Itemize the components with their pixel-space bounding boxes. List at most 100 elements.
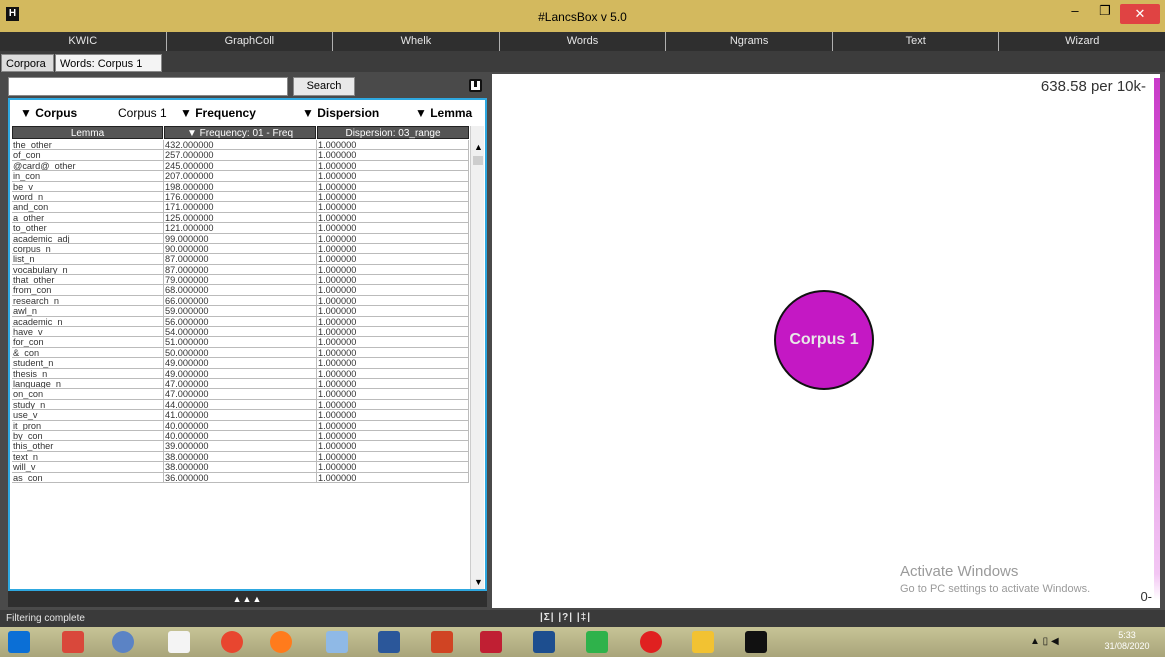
search-button[interactable]: Search bbox=[293, 77, 355, 96]
column-header-lemma[interactable]: Lemma bbox=[12, 126, 163, 139]
frequency-cell: 87.000000 bbox=[164, 254, 317, 264]
subtab-corpora[interactable]: Corpora bbox=[1, 54, 54, 72]
table-row[interactable]: for_con 51.000000 1.000000 bbox=[12, 337, 469, 348]
cald-icon[interactable] bbox=[533, 631, 555, 653]
lemma-filter[interactable]: ▼ Lemma bbox=[415, 106, 472, 120]
dispersion-cell: 1.000000 bbox=[317, 306, 469, 316]
table-row[interactable]: corpus_n 90.000000 1.000000 bbox=[12, 243, 469, 255]
tool-tabs: KWIC GraphColl Whelk Words Ngrams Text W… bbox=[0, 32, 1165, 51]
table-row[interactable]: use_v 41.000000 1.000000 bbox=[12, 410, 469, 421]
close-button[interactable]: ✕ bbox=[1120, 4, 1160, 24]
app-icon-4[interactable] bbox=[480, 631, 502, 653]
powerpoint-icon[interactable] bbox=[431, 631, 453, 653]
lemma-cell: word_n bbox=[12, 191, 164, 202]
table-row[interactable]: by_con 40.000000 1.000000 bbox=[12, 430, 469, 442]
table-row[interactable]: from_con 68.000000 1.000000 bbox=[12, 285, 469, 296]
dispersion-cell: 1.000000 bbox=[317, 150, 469, 160]
tab-kwic[interactable]: KWIC bbox=[0, 32, 167, 51]
table-row[interactable]: as_con 36.000000 1.000000 bbox=[12, 472, 469, 483]
corpus-filter[interactable]: ▼ Corpus bbox=[20, 106, 77, 120]
table-row[interactable]: to_other 121.000000 1.000000 bbox=[12, 223, 469, 234]
table-row[interactable]: &_con 50.000000 1.000000 bbox=[12, 347, 469, 359]
lemma-cell: text_n bbox=[12, 451, 164, 462]
lemma-cell: will_v bbox=[12, 462, 164, 472]
frequency-filter[interactable]: ▼ Frequency bbox=[180, 106, 256, 120]
table-row[interactable]: of_con 257.000000 1.000000 bbox=[12, 150, 469, 161]
table-row[interactable]: student_n 49.000000 1.000000 bbox=[12, 358, 469, 369]
frequency-cell: 41.000000 bbox=[164, 410, 317, 420]
lemma-cell: list_n bbox=[12, 254, 164, 264]
export-icon[interactable] bbox=[469, 79, 482, 92]
lemma-cell: a_other bbox=[12, 212, 164, 223]
column-header-frequency[interactable]: ▼ Frequency: 01 - Freq bbox=[164, 126, 316, 139]
frequency-cell: 54.000000 bbox=[164, 327, 317, 337]
clock[interactable]: 5:33 31/08/2020 bbox=[1097, 630, 1157, 652]
filter-bar: ▼ Corpus Corpus 1 ▼ Frequency ▼ Dispersi… bbox=[10, 100, 485, 125]
explorer-icon[interactable] bbox=[326, 631, 348, 653]
app-icon-3[interactable] bbox=[221, 631, 243, 653]
table-row[interactable]: the_other 432.000000 1.000000 bbox=[12, 140, 469, 151]
app-icon-6[interactable] bbox=[692, 631, 714, 653]
lemma-cell: use_v bbox=[12, 410, 164, 420]
tab-text[interactable]: Text bbox=[833, 32, 1000, 51]
table-row[interactable]: have_v 54.000000 1.000000 bbox=[12, 327, 469, 338]
system-tray[interactable]: ▲ ▯ ◀ bbox=[1030, 636, 1059, 647]
table-row[interactable]: will_v 38.000000 1.000000 bbox=[12, 462, 469, 473]
table-row[interactable]: language_n 47.000000 1.000000 bbox=[12, 378, 469, 390]
table-row[interactable]: list_n 87.000000 1.000000 bbox=[12, 254, 469, 265]
frequency-cell: 40.000000 bbox=[164, 420, 317, 430]
start-icon[interactable] bbox=[8, 631, 30, 653]
table-row[interactable]: on_con 47.000000 1.000000 bbox=[12, 389, 469, 400]
frequency-cell: 207.000000 bbox=[164, 171, 317, 181]
table-row[interactable]: study_n 44.000000 1.000000 bbox=[12, 399, 469, 411]
search-input[interactable] bbox=[8, 77, 288, 96]
lancsbox-icon[interactable] bbox=[745, 631, 767, 653]
app-icon-1[interactable] bbox=[62, 631, 84, 653]
table-row[interactable]: in_con 207.000000 1.000000 bbox=[12, 171, 469, 182]
dispersion-cell: 1.000000 bbox=[317, 295, 469, 306]
table-row[interactable]: text_n 38.000000 1.000000 bbox=[12, 451, 469, 463]
maximize-button[interactable]: ❐ bbox=[1090, 0, 1120, 22]
lemma-cell: @card@_other bbox=[12, 160, 164, 171]
table-row[interactable]: be_v 198.000000 1.000000 bbox=[12, 181, 469, 192]
table-row[interactable]: @card@_other 245.000000 1.000000 bbox=[12, 160, 469, 172]
table-scrollbar[interactable]: ▲ ▼ bbox=[470, 126, 484, 589]
status-stats[interactable]: |Σ| |?| |‡| bbox=[540, 612, 591, 623]
lemma-cell: academic_n bbox=[12, 316, 164, 327]
scale-max-label: 638.58 per 10k- bbox=[1040, 78, 1146, 95]
table-row[interactable]: this_other 39.000000 1.000000 bbox=[12, 441, 469, 452]
table-row[interactable]: it_pron 40.000000 1.000000 bbox=[12, 420, 469, 431]
table-row[interactable]: word_n 176.000000 1.000000 bbox=[12, 191, 469, 203]
word-icon[interactable] bbox=[378, 631, 400, 653]
scroll-up-icon[interactable]: ▲ bbox=[474, 142, 483, 152]
minimize-button[interactable]: – bbox=[1060, 0, 1090, 22]
scroll-thumb[interactable] bbox=[473, 156, 483, 165]
table-row[interactable]: academic_n 56.000000 1.000000 bbox=[12, 316, 469, 328]
app-icon-2[interactable] bbox=[112, 631, 134, 653]
table-row[interactable]: and_con 171.000000 1.000000 bbox=[12, 202, 469, 213]
table-row[interactable]: that_other 79.000000 1.000000 bbox=[12, 275, 469, 286]
table-row[interactable]: thesis_n 49.000000 1.000000 bbox=[12, 368, 469, 379]
table-row[interactable]: a_other 125.000000 1.000000 bbox=[12, 212, 469, 224]
subtab-words-corpus-1[interactable]: Words: Corpus 1 ✕ bbox=[55, 54, 162, 88]
file-icon[interactable] bbox=[168, 631, 190, 653]
table-row[interactable]: awl_n 59.000000 1.000000 bbox=[12, 306, 469, 317]
tab-ngrams[interactable]: Ngrams bbox=[666, 32, 833, 51]
dispersion-filter[interactable]: ▼ Dispersion bbox=[302, 106, 379, 120]
table-row[interactable]: research_n 66.000000 1.000000 bbox=[12, 295, 469, 307]
collapse-bar[interactable]: ▲▲▲ bbox=[8, 591, 487, 607]
table-row[interactable]: academic_adj 99.000000 1.000000 bbox=[12, 233, 469, 244]
opera-icon[interactable] bbox=[640, 631, 662, 653]
column-header-dispersion[interactable]: Dispersion: 03_range bbox=[317, 126, 469, 139]
table-row[interactable]: vocabulary_n 87.000000 1.000000 bbox=[12, 264, 469, 276]
frequency-cell: 56.000000 bbox=[164, 316, 317, 327]
lemma-cell: for_con bbox=[12, 337, 164, 347]
app-icon-5[interactable] bbox=[586, 631, 608, 653]
firefox-icon[interactable] bbox=[270, 631, 292, 653]
corpus-node[interactable]: Corpus 1 bbox=[774, 290, 874, 390]
tab-wizard[interactable]: Wizard bbox=[999, 32, 1165, 51]
tab-words[interactable]: Words bbox=[500, 32, 667, 51]
tab-whelk[interactable]: Whelk bbox=[333, 32, 500, 51]
scroll-down-icon[interactable]: ▼ bbox=[474, 577, 483, 587]
tab-graphcoll[interactable]: GraphColl bbox=[167, 32, 334, 51]
